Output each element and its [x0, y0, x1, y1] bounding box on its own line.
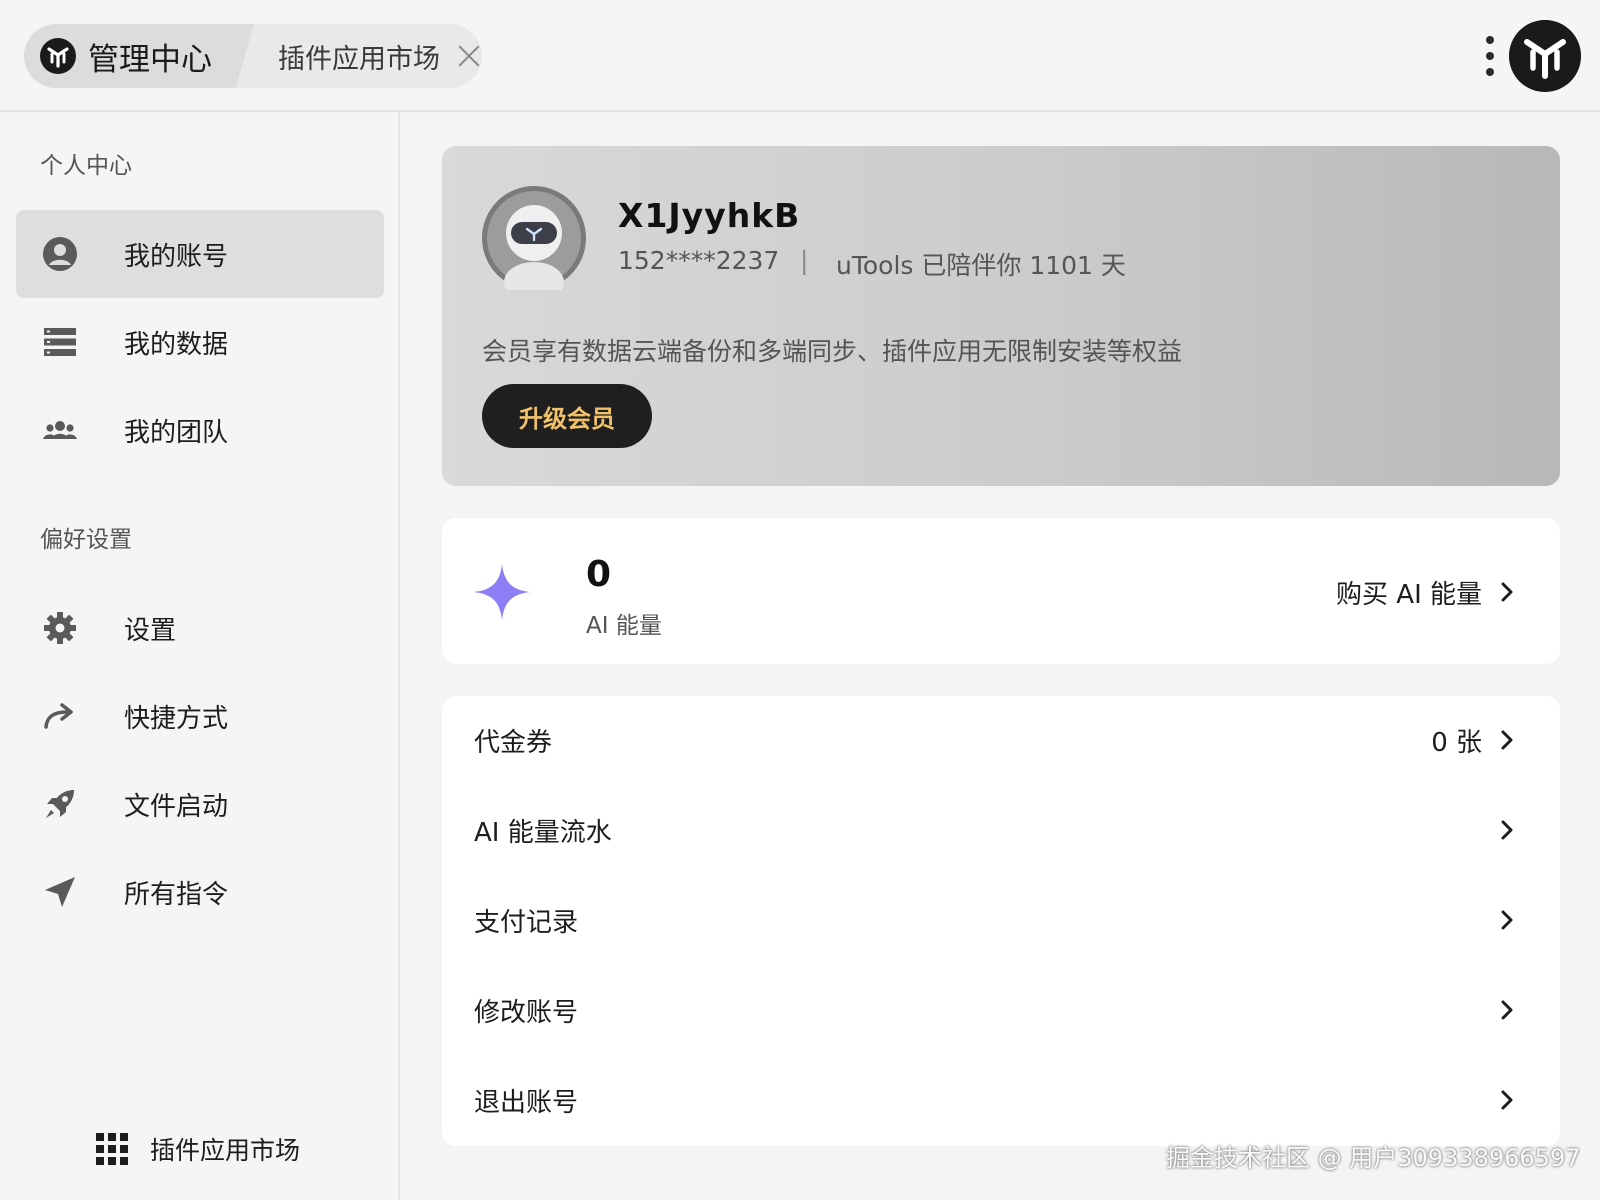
list-item-label: 退出账号: [474, 1087, 579, 1118]
chevron-right-icon: [1501, 910, 1513, 930]
close-icon[interactable]: [456, 42, 482, 70]
team-icon: [40, 410, 80, 450]
chevron-right-icon: [1501, 1090, 1513, 1110]
chevron-right-icon: [1501, 730, 1513, 750]
ai-energy-label: AI 能量: [586, 613, 662, 639]
sparkle-icon: [474, 564, 530, 620]
robot-avatar-icon[interactable]: [482, 186, 586, 290]
upgrade-membership-button[interactable]: 升级会员: [482, 384, 652, 448]
username: X1JyyhkB: [618, 196, 801, 235]
send-arrow-icon: [40, 872, 80, 912]
sidebar-item-label: 所有指令: [124, 879, 229, 910]
list-item-payment-records[interactable]: 支付记录: [442, 876, 1560, 964]
list-item-label: 代金券: [474, 727, 553, 758]
section-title-preferences: 偏好设置: [40, 527, 132, 553]
profile-card: X1JyyhkB 152****2237 | uTools 已陪伴你 1101 …: [442, 146, 1560, 486]
ai-energy-value: 0: [586, 554, 612, 595]
voucher-count: 0 张: [1431, 727, 1482, 758]
sidebar-item-all-commands[interactable]: 所有指令: [16, 848, 384, 936]
watermark: 掘金技术社区 @ 用户309338966597: [1166, 1144, 1581, 1172]
plugin-market-link[interactable]: 插件应用市场: [96, 1122, 316, 1176]
sidebar-item-my-data[interactable]: 我的数据: [16, 298, 384, 386]
tab-plugin-market[interactable]: 插件应用市场: [260, 24, 482, 88]
sidebar-item-label: 快捷方式: [124, 703, 229, 734]
membership-benefit-text: 会员享有数据云端备份和多端同步、插件应用无限制安装等权益: [482, 337, 1183, 366]
sidebar-item-label: 我的团队: [124, 417, 229, 448]
ai-energy-card: 0 AI 能量 购买 AI 能量: [442, 518, 1560, 664]
sidebar-item-settings[interactable]: 设置: [16, 584, 384, 672]
kebab-menu-icon[interactable]: [1484, 32, 1496, 80]
sidebar-item-label: 设置: [124, 615, 177, 646]
title-bar: 管理中心 插件应用市场: [0, 0, 1600, 112]
rocket-icon: [40, 784, 80, 824]
buy-ai-energy-button[interactable]: 购买 AI 能量: [1336, 570, 1518, 614]
sidebar-item-label: 我的账号: [124, 241, 229, 272]
separator: |: [800, 246, 809, 275]
buy-ai-energy-label: 购买 AI 能量: [1336, 579, 1482, 610]
sidebar-item-label: 我的数据: [124, 329, 229, 360]
utools-logo-icon[interactable]: [1509, 20, 1581, 92]
companion-days: uTools 已陪伴你 1101 天: [836, 251, 1126, 280]
sidebar-item-label: 文件启动: [124, 791, 229, 822]
gear-icon: [40, 608, 80, 648]
chevron-right-icon: [1501, 1000, 1513, 1020]
list-item-label: AI 能量流水: [474, 817, 612, 848]
sidebar-item-my-team[interactable]: 我的团队: [16, 386, 384, 474]
plugin-market-label: 插件应用市场: [150, 1136, 301, 1165]
list-item-label: 支付记录: [474, 907, 579, 938]
sidebar-item-my-account[interactable]: 我的账号: [16, 210, 384, 298]
list-item-logout[interactable]: 退出账号: [442, 1056, 1560, 1144]
tab-label: 管理中心: [88, 41, 212, 78]
tab-label: 插件应用市场: [278, 43, 440, 75]
database-list-icon: [40, 322, 80, 362]
grid-icon: [96, 1133, 128, 1165]
section-title-personal: 个人中心: [40, 153, 132, 179]
share-arrow-icon: [40, 696, 80, 736]
sidebar-item-file-launch[interactable]: 文件启动: [16, 760, 384, 848]
user-circle-icon: [40, 234, 80, 274]
account-options-list: 代金券 0 张 AI 能量流水 支付记录 修改账号 退出账号: [442, 696, 1560, 1146]
sidebar-item-shortcuts[interactable]: 快捷方式: [16, 672, 384, 760]
list-item-modify-account[interactable]: 修改账号: [442, 966, 1560, 1054]
chevron-right-icon: [1501, 582, 1513, 602]
list-item-label: 修改账号: [474, 997, 579, 1028]
list-item-ai-energy-history[interactable]: AI 能量流水: [442, 786, 1560, 874]
list-item-vouchers[interactable]: 代金券 0 张: [442, 696, 1560, 784]
sidebar: 个人中心 我的账号 我的数据 我的团队 偏好设置 设置 快捷方式 文件启动 所有…: [0, 112, 400, 1200]
phone-number: 152****2237: [618, 246, 780, 275]
tab-management-center[interactable]: 管理中心: [24, 24, 254, 88]
chevron-right-icon: [1501, 820, 1513, 840]
tab-strip: 管理中心 插件应用市场: [24, 24, 482, 88]
utools-logo-icon: [40, 38, 76, 74]
